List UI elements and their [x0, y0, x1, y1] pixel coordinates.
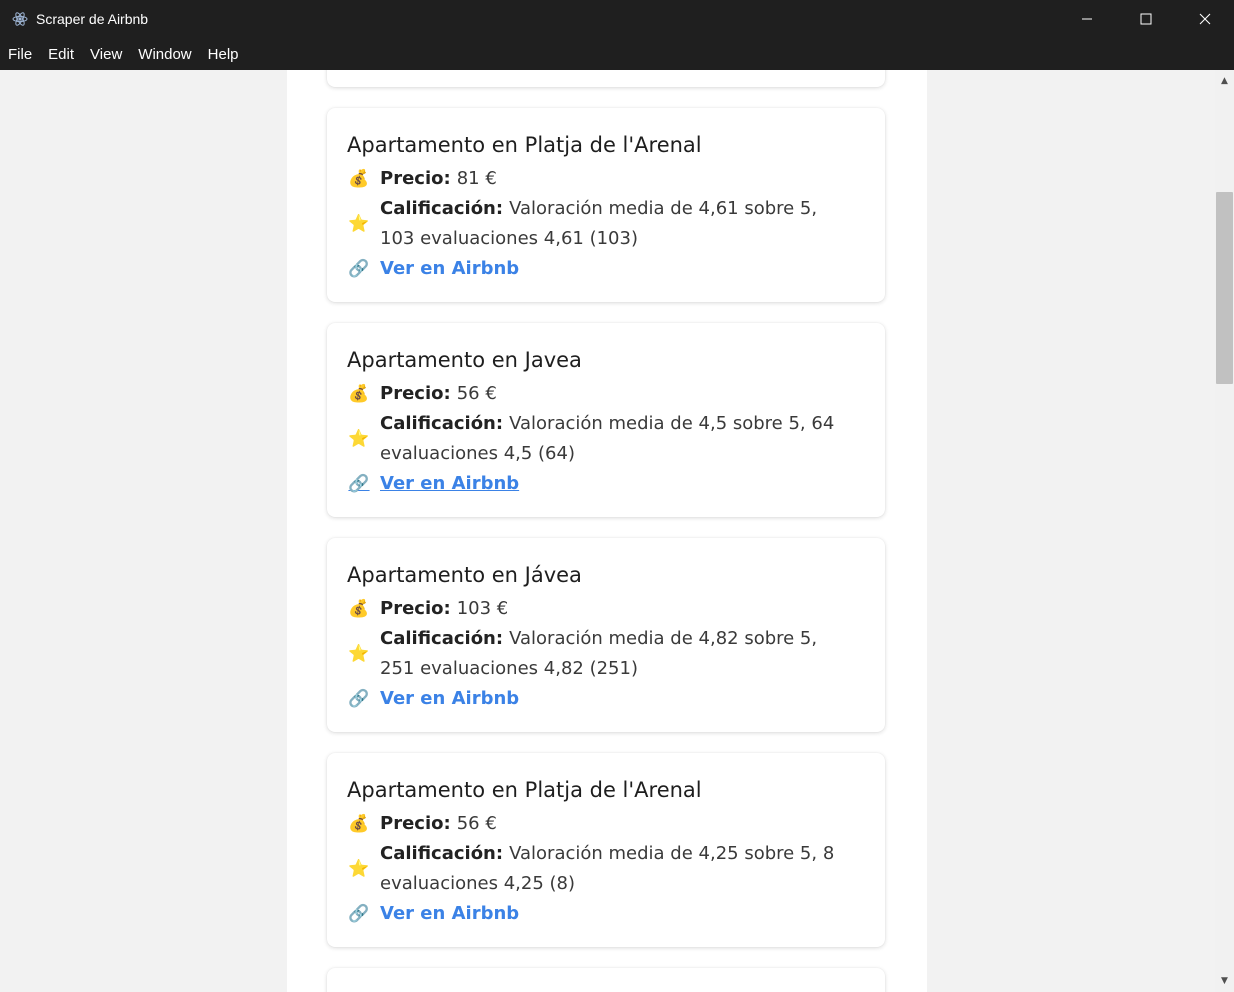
link-icon: 🔗	[348, 474, 370, 494]
price-row: 💰 Precio: 103 €	[347, 594, 865, 624]
view-on-airbnb-link[interactable]: Ver en Airbnb	[380, 684, 519, 714]
scrollbar-thumb[interactable]	[1216, 192, 1233, 384]
price-value: 103 €	[456, 598, 509, 619]
view-on-airbnb-link[interactable]: Ver en Airbnb	[380, 899, 519, 929]
listing-title: Apartamento en Platja de l'Arenal	[347, 133, 702, 157]
link-row[interactable]: 🔗 Ver en Airbnb	[347, 254, 865, 284]
listing-card: Apartamento en Platja de l'Arenal 💰 Prec…	[327, 108, 885, 302]
menu-help[interactable]: Help	[200, 46, 247, 63]
menu-edit[interactable]: Edit	[40, 46, 82, 63]
price-value: 56 €	[456, 383, 497, 404]
star-icon: ⭐	[348, 644, 370, 664]
link-icon: 🔗	[348, 689, 370, 709]
listing-card: Apartamento en Javea 💰 Precio: 56 € ⭐ Ca…	[327, 323, 885, 517]
vertical-scrollbar[interactable]: ▲ ▼	[1215, 70, 1234, 992]
money-bag-icon: 💰	[348, 599, 370, 619]
minimize-icon	[1081, 18, 1092, 20]
star-icon: ⭐	[348, 214, 370, 234]
star-icon: ⭐	[348, 859, 370, 879]
menu-file[interactable]: File	[0, 46, 40, 63]
price-row: 💰 Precio: 56 €	[347, 809, 865, 839]
price-label: Precio:	[380, 598, 451, 619]
price-label: Precio:	[380, 383, 451, 404]
title-bar: Scraper de Airbnb	[0, 0, 1234, 38]
rating-label: Calificación:	[380, 843, 504, 864]
rating-row: ⭐ Calificación: Valoración media de 4,82 …	[347, 624, 865, 684]
maximize-button[interactable]	[1116, 0, 1175, 38]
price-row: 💰 Precio: 81 €	[347, 164, 865, 194]
menu-view[interactable]: View	[82, 46, 130, 63]
rating-row: ⭐ Calificación: Valoración media de 4,61 …	[347, 194, 865, 254]
close-icon	[1199, 13, 1210, 25]
listing-title: Apartamento en Javea	[347, 348, 582, 372]
money-bag-icon: 💰	[348, 814, 370, 834]
menu-bar: File Edit View Window Help	[0, 38, 1234, 70]
price-label: Precio:	[380, 168, 451, 189]
minimize-button[interactable]	[1057, 0, 1116, 38]
link-row[interactable]: 🔗 Ver en Airbnb	[347, 684, 865, 714]
content-viewport: Apartamento en Platja de l'Arenal 💰 Prec…	[1, 70, 1215, 992]
star-icon: ⭐	[348, 429, 370, 449]
listing-title: Apartamento en Jávea	[347, 563, 582, 587]
maximize-icon	[1140, 13, 1151, 25]
scroll-down-arrow-icon[interactable]: ▼	[1215, 972, 1234, 990]
link-icon: 🔗	[348, 904, 370, 924]
rating-label: Calificación:	[380, 628, 504, 649]
rating-label: Calificación:	[380, 413, 504, 434]
link-icon: 🔗	[348, 259, 370, 279]
close-button[interactable]	[1175, 0, 1234, 38]
view-on-airbnb-link[interactable]: Ver en Airbnb	[380, 469, 519, 499]
window-title: Scraper de Airbnb	[36, 11, 149, 27]
price-value: 56 €	[456, 813, 497, 834]
listing-title: Apartamento en Platja de l'Arenal	[347, 778, 702, 802]
price-label: Precio:	[380, 813, 451, 834]
listing-card: Apartamento en Platja de l'Arenal 💰 Prec…	[327, 753, 885, 947]
rating-row: ⭐ Calificación: Valoración media de 4,25 …	[347, 839, 865, 899]
link-row[interactable]: 🔗 Ver en Airbnb	[347, 469, 865, 499]
money-bag-icon: 💰	[348, 384, 370, 404]
money-bag-icon: 💰	[348, 169, 370, 189]
price-value: 81 €	[456, 168, 497, 189]
scroll-up-arrow-icon[interactable]: ▲	[1215, 72, 1234, 90]
listing-card-partial-bottom	[327, 968, 885, 992]
rating-row: ⭐ Calificación: Valoración media de 4,5 s…	[347, 409, 865, 469]
listing-card: Apartamento en Jávea 💰 Precio: 103 € ⭐ C…	[327, 538, 885, 732]
menu-window[interactable]: Window	[130, 46, 199, 63]
electron-app-icon	[12, 11, 28, 27]
listing-card-partial-top	[327, 70, 885, 87]
view-on-airbnb-link[interactable]: Ver en Airbnb	[380, 254, 519, 284]
listing-column: Apartamento en Platja de l'Arenal 💰 Prec…	[287, 70, 927, 992]
price-row: 💰 Precio: 56 €	[347, 379, 865, 409]
link-row[interactable]: 🔗 Ver en Airbnb	[347, 899, 865, 929]
rating-label: Calificación:	[380, 198, 504, 219]
